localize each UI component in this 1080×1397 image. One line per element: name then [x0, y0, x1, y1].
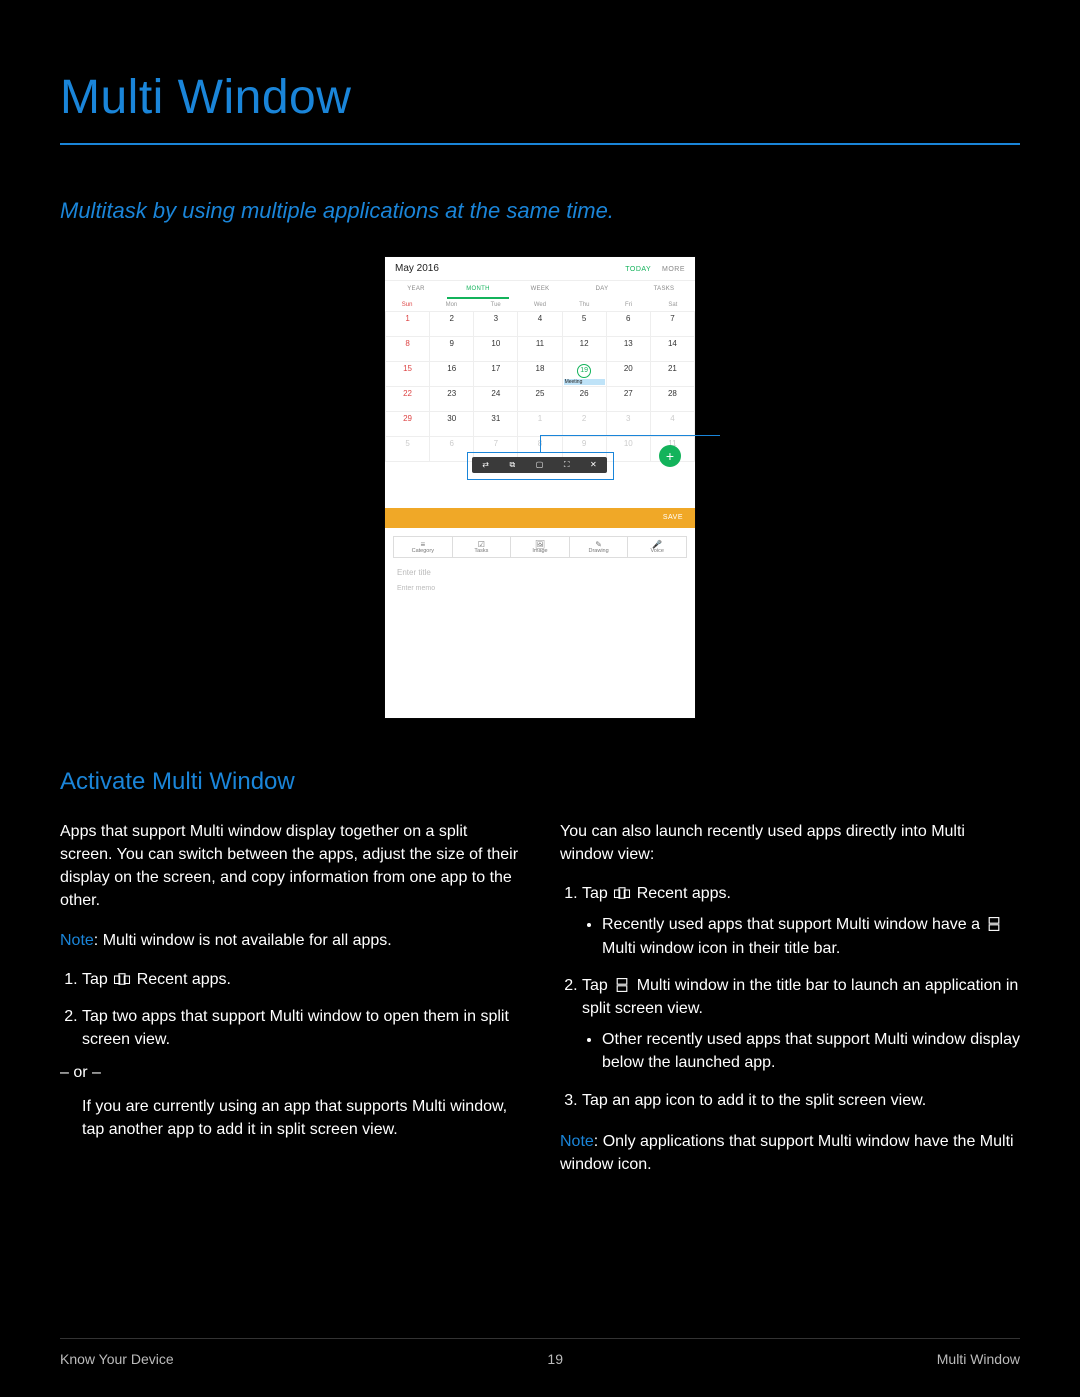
swap-apps-icon[interactable]: ⇄ — [482, 460, 489, 469]
day-cell[interactable]: 14 — [650, 336, 694, 361]
recent-apps-icon — [112, 971, 132, 987]
tool-tasks[interactable]: ☑Tasks — [453, 537, 512, 557]
day-cell[interactable]: 10 — [474, 336, 518, 361]
day-cell[interactable]: 13 — [606, 336, 650, 361]
day-cell[interactable]: 22 — [386, 386, 430, 411]
multiwindow-toolbar[interactable]: ⇄ ⧉ ▢ ⛶ ✕ — [472, 457, 607, 473]
day-cell[interactable]: 29 — [386, 411, 430, 436]
enter-title-field[interactable]: Enter title — [385, 566, 695, 583]
device-screenshot: May 2016 TODAY MORE YEAR MONTH WEEK DAY … — [385, 257, 695, 718]
tool-category[interactable]: ≡Category — [394, 537, 453, 557]
day-cell[interactable]: 4 — [518, 311, 562, 336]
tab-week[interactable]: WEEK — [509, 281, 571, 299]
r-step-2: Tap Multi window in the title bar to lau… — [582, 974, 1020, 1075]
today-button[interactable]: TODAY — [625, 266, 651, 273]
dow-mon: Mon — [429, 299, 473, 311]
day-cell[interactable]: 12 — [562, 336, 606, 361]
day-cell[interactable]: 18 — [518, 361, 562, 386]
day-cell[interactable]: 5 — [562, 311, 606, 336]
r-step-1: Tap Recent apps. Recently used apps that… — [582, 882, 1020, 960]
calendar-grid: 1 2 3 4 5 6 7 8 9 10 11 12 13 14 15 16 1… — [385, 311, 695, 462]
right-column: You can also launch recently used apps d… — [560, 820, 1020, 1192]
dow-wed: Wed — [518, 299, 562, 311]
multiwindow-icon — [612, 977, 632, 993]
intro-paragraph: Apps that support Multi window display t… — [60, 820, 520, 913]
calendar-month-label: May 2016 — [395, 263, 439, 274]
day-cell[interactable]: 9 — [430, 336, 474, 361]
day-cell[interactable]: 30 — [430, 411, 474, 436]
day-cell[interactable]: 1 — [386, 311, 430, 336]
page-footer: Know Your Device 19 Multi Window — [60, 1338, 1020, 1367]
maximize-icon[interactable]: ⛶ — [564, 460, 570, 470]
day-cell[interactable]: 15 — [386, 361, 430, 386]
footer-center: 19 — [547, 1351, 563, 1367]
day-cell[interactable]: 1 — [518, 411, 562, 436]
tool-drawing[interactable]: ✎Drawing — [570, 537, 629, 557]
note-line: Note: Multi window is not available for … — [60, 929, 520, 952]
page-title: Multi Window — [60, 70, 1020, 125]
screenshot-wrapper: May 2016 TODAY MORE YEAR MONTH WEEK DAY … — [60, 257, 1020, 718]
save-button[interactable]: SAVE — [663, 514, 683, 521]
multiwindow-icon — [984, 916, 1004, 932]
step-1: Tap Recent apps. — [82, 968, 520, 991]
tab-year[interactable]: YEAR — [385, 281, 447, 299]
day-cell[interactable]: 2 — [430, 311, 474, 336]
page-subtitle: Multitask by using multiple applications… — [60, 195, 1020, 227]
tab-month[interactable]: MONTH — [447, 281, 509, 299]
day-cell[interactable]: 25 — [518, 386, 562, 411]
day-cell-today[interactable]: 19 Meeting — [562, 361, 606, 386]
day-cell[interactable]: 27 — [606, 386, 650, 411]
tab-day[interactable]: DAY — [571, 281, 633, 299]
day-cell[interactable]: 26 — [562, 386, 606, 411]
r-step-3: Tap an app icon to add it to the split s… — [582, 1089, 1020, 1112]
tool-image[interactable]: 🖼Image — [511, 537, 570, 557]
dow-tue: Tue — [474, 299, 518, 311]
enter-memo-field[interactable]: Enter memo — [385, 583, 695, 598]
day-cell[interactable]: 6 — [606, 311, 650, 336]
section-heading: Activate Multi Window — [60, 768, 1020, 796]
dow-thu: Thu — [562, 299, 606, 311]
day-cell[interactable]: 11 — [518, 336, 562, 361]
day-cell[interactable]: 5 — [386, 436, 430, 461]
day-cell[interactable]: 21 — [650, 361, 694, 386]
footer-right: Multi Window — [937, 1351, 1020, 1367]
day-cell[interactable]: 28 — [650, 386, 694, 411]
day-cell[interactable]: 20 — [606, 361, 650, 386]
dow-sun: Sun — [385, 299, 429, 311]
day-cell[interactable]: 23 — [430, 386, 474, 411]
day-cell[interactable]: 7 — [650, 311, 694, 336]
drag-content-icon[interactable]: ⧉ — [510, 460, 516, 470]
dow-sat: Sat — [651, 299, 695, 311]
day-cell[interactable]: 24 — [474, 386, 518, 411]
dow-fri: Fri — [606, 299, 650, 311]
day-cell[interactable]: 16 — [430, 361, 474, 386]
day-cell[interactable]: 2 — [562, 411, 606, 436]
day-cell[interactable]: 8 — [386, 336, 430, 361]
tool-voice[interactable]: 🎤Voice — [628, 537, 686, 557]
day-cell[interactable]: 3 — [474, 311, 518, 336]
left-column: Apps that support Multi window display t… — [60, 820, 520, 1192]
close-icon[interactable]: ✕ — [590, 460, 597, 469]
minimize-icon[interactable]: ▢ — [536, 460, 544, 469]
day-cell[interactable]: 3 — [606, 411, 650, 436]
tab-tasks[interactable]: TASKS — [633, 281, 695, 299]
more-button[interactable]: MORE — [662, 266, 685, 273]
day-cell[interactable]: 6 — [430, 436, 474, 461]
day-cell[interactable]: 17 — [474, 361, 518, 386]
footer-left: Know Your Device — [60, 1351, 174, 1367]
day-cell[interactable]: 4 — [650, 411, 694, 436]
recent-apps-icon — [612, 885, 632, 901]
step-2: Tap two apps that support Multi window t… — [82, 1005, 520, 1141]
title-rule — [60, 143, 1020, 145]
event-meeting[interactable]: Meeting — [564, 379, 605, 385]
r-bullet-1: Recently used apps that support Multi wi… — [602, 913, 1020, 959]
right-note: Note: Only applications that support Mul… — [560, 1130, 1020, 1176]
right-intro: You can also launch recently used apps d… — [560, 820, 1020, 866]
add-event-fab[interactable]: + — [659, 445, 681, 467]
day-cell[interactable]: 10 — [606, 436, 650, 461]
r-bullet-2: Other recently used apps that support Mu… — [602, 1028, 1020, 1074]
day-cell[interactable]: 31 — [474, 411, 518, 436]
